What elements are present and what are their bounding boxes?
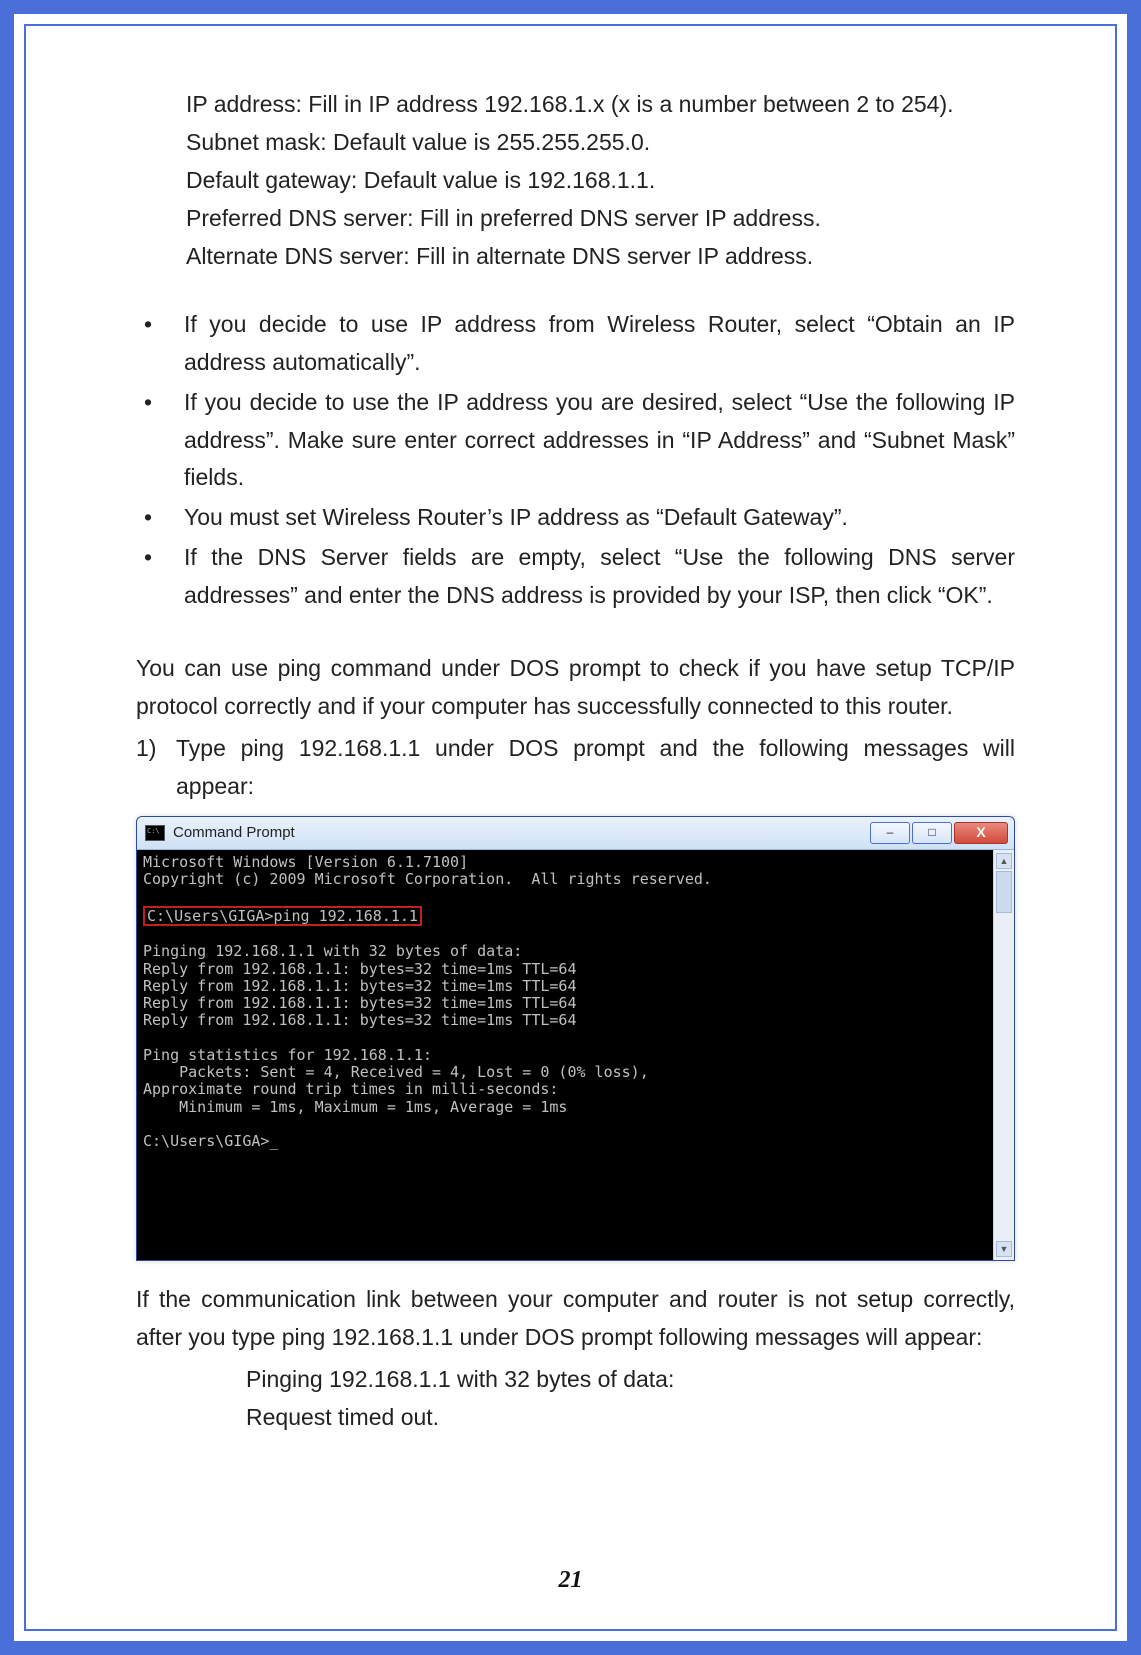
fail-output: Pinging 192.168.1.1 with 32 bytes of dat… (246, 1361, 1015, 1437)
list-item: • If you decide to use the IP address yo… (136, 384, 1015, 498)
ping-intro: You can use ping command under DOS promp… (136, 650, 1015, 726)
cmd-line: Reply from 192.168.1.1: bytes=32 time=1m… (143, 1011, 576, 1029)
window-title: Command Prompt (173, 821, 295, 846)
bullet-marker: • (136, 306, 184, 382)
list-item: • If you decide to use IP address from W… (136, 306, 1015, 382)
cmd-line: Approximate round trip times in milli-se… (143, 1080, 558, 1098)
window-buttons: – □ X (870, 822, 1008, 844)
scroll-down-icon[interactable]: ▼ (996, 1241, 1012, 1257)
scroll-up-icon[interactable]: ▲ (996, 853, 1012, 869)
cmd-icon (145, 825, 165, 841)
cmd-line: Reply from 192.168.1.1: bytes=32 time=1m… (143, 960, 576, 978)
cmd-body-wrap: Microsoft Windows [Version 6.1.7100] Cop… (137, 850, 1014, 1260)
settings-block: IP address: Fill in IP address 192.168.1… (186, 86, 1015, 276)
list-item: • You must set Wireless Router’s IP addr… (136, 499, 1015, 537)
cmd-line: C:\Users\GIGA>_ (143, 1132, 278, 1150)
bullet-text: If the DNS Server fields are empty, sele… (184, 539, 1015, 615)
step-text: Type ping 192.168.1.1 under DOS prompt a… (176, 730, 1015, 806)
minimize-button[interactable]: – (870, 822, 910, 844)
cmd-line: Reply from 192.168.1.1: bytes=32 time=1m… (143, 994, 576, 1012)
setting-gateway: Default gateway: Default value is 192.16… (186, 162, 1015, 200)
cmd-line: Minimum = 1ms, Maximum = 1ms, Average = … (143, 1098, 567, 1116)
list-item: • If the DNS Server fields are empty, se… (136, 539, 1015, 615)
scroll-thumb[interactable] (996, 871, 1012, 913)
fail-line: Request timed out. (246, 1399, 1015, 1437)
cmd-highlighted-command: C:\Users\GIGA>ping 192.168.1.1 (143, 906, 422, 927)
cmd-line: Reply from 192.168.1.1: bytes=32 time=1m… (143, 977, 576, 995)
page: IP address: Fill in IP address 192.168.1… (0, 0, 1141, 1655)
cmd-line: Copyright (c) 2009 Microsoft Corporation… (143, 870, 712, 888)
maximize-button[interactable]: □ (912, 822, 952, 844)
cmd-output[interactable]: Microsoft Windows [Version 6.1.7100] Cop… (137, 850, 993, 1260)
step-marker: 1) (136, 730, 176, 806)
scroll-track[interactable] (994, 869, 1014, 1241)
cmd-line: Pinging 192.168.1.1 with 32 bytes of dat… (143, 942, 522, 960)
cmd-line: Packets: Sent = 4, Received = 4, Lost = … (143, 1063, 649, 1081)
bullet-text: If you decide to use IP address from Wir… (184, 306, 1015, 382)
bullet-text: If you decide to use the IP address you … (184, 384, 1015, 498)
window-titlebar[interactable]: Command Prompt – □ X (137, 817, 1014, 850)
setting-dns2: Alternate DNS server: Fill in alternate … (186, 238, 1015, 276)
bullet-list: • If you decide to use IP address from W… (136, 306, 1015, 616)
scrollbar[interactable]: ▲ ▼ (993, 850, 1014, 1260)
command-prompt-window: Command Prompt – □ X Microsoft Windows [… (136, 816, 1015, 1261)
bullet-marker: • (136, 499, 184, 537)
cmd-typed: ping 192.168.1.1 (273, 907, 418, 925)
bullet-marker: • (136, 539, 184, 615)
fail-intro: If the communication link between your c… (136, 1281, 1015, 1357)
fail-line: Pinging 192.168.1.1 with 32 bytes of dat… (246, 1361, 1015, 1399)
setting-dns1: Preferred DNS server: Fill in preferred … (186, 200, 1015, 238)
step-1: 1) Type ping 192.168.1.1 under DOS promp… (136, 730, 1015, 806)
bullet-text: You must set Wireless Router’s IP addres… (184, 499, 1015, 537)
setting-subnet: Subnet mask: Default value is 255.255.25… (186, 124, 1015, 162)
content-frame: IP address: Fill in IP address 192.168.1… (24, 24, 1117, 1631)
close-button[interactable]: X (954, 822, 1008, 844)
cmd-line: Ping statistics for 192.168.1.1: (143, 1046, 432, 1064)
cmd-prompt: C:\Users\GIGA> (147, 907, 273, 925)
page-number: 21 (26, 1561, 1115, 1601)
cmd-line: Microsoft Windows [Version 6.1.7100] (143, 853, 468, 871)
window-title-area: Command Prompt (145, 821, 295, 846)
setting-ip: IP address: Fill in IP address 192.168.1… (186, 86, 1015, 124)
bullet-marker: • (136, 384, 184, 498)
